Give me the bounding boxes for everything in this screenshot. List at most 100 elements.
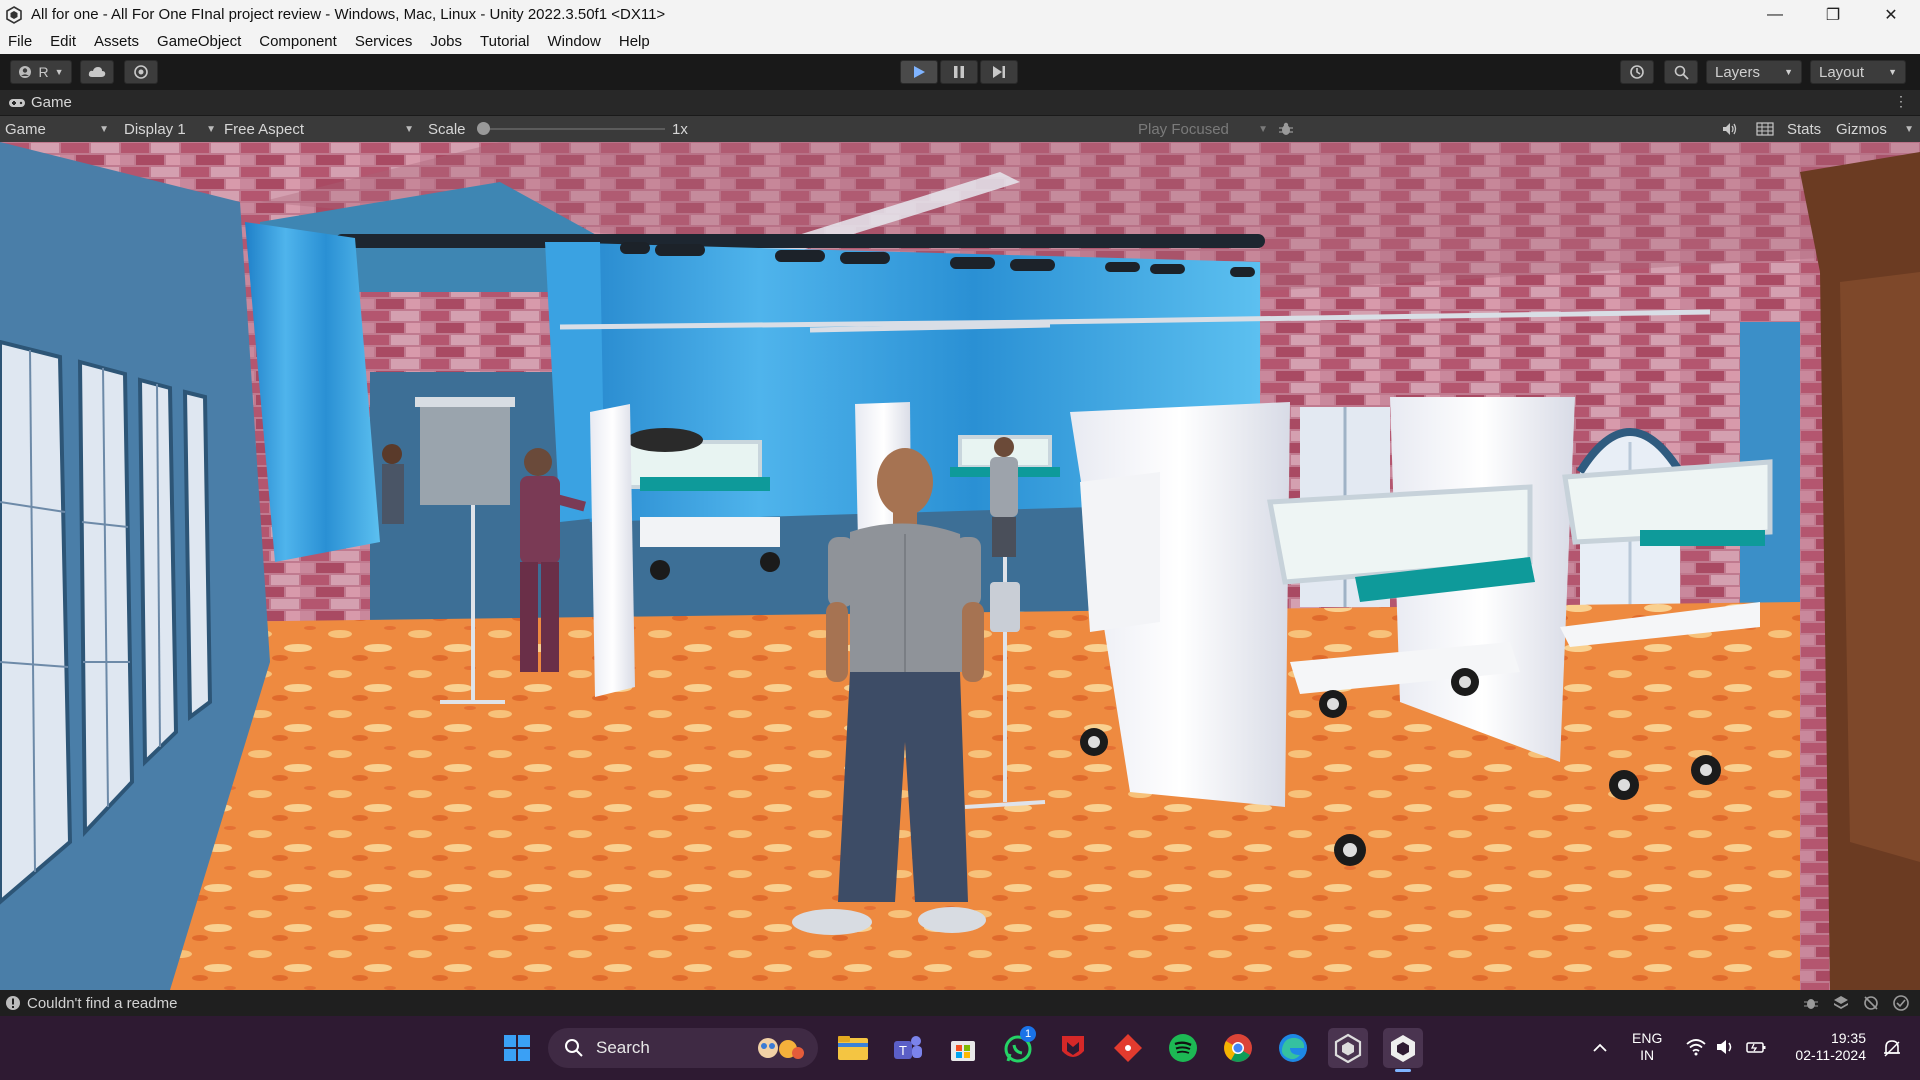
active-indicator — [1395, 1069, 1411, 1072]
search-highlight-icon — [758, 1038, 804, 1059]
menu-assets[interactable]: Assets — [85, 29, 148, 54]
scale-slider-handle[interactable] — [477, 122, 490, 135]
chevron-down-icon: ▼ — [99, 123, 109, 135]
menu-services[interactable]: Services — [346, 29, 422, 54]
explorer-icon — [838, 1036, 868, 1060]
language-indicator[interactable]: ENG IN — [1632, 1030, 1662, 1064]
scale-value: 1x — [672, 120, 688, 138]
pause-button[interactable] — [940, 60, 978, 84]
game-tab-bar: Game ⋮ — [0, 90, 1920, 116]
history-icon — [1630, 65, 1644, 79]
layers-stack-icon[interactable] — [1832, 994, 1850, 1012]
search-icon — [1674, 65, 1689, 80]
chevron-down-icon: ▼ — [1904, 123, 1914, 135]
teams-icon: T — [894, 1036, 922, 1059]
chrome-icon — [1224, 1034, 1252, 1062]
play-icon — [914, 66, 925, 78]
more-icon[interactable]: ⋮ — [1894, 93, 1908, 110]
bug-icon — [1279, 122, 1293, 135]
scale-slider-track[interactable] — [485, 128, 665, 130]
edge-icon — [1279, 1034, 1307, 1062]
start-button[interactable] — [497, 1028, 537, 1068]
step-button[interactable] — [980, 60, 1018, 84]
account-dropdown[interactable]: R ▼ — [10, 60, 72, 84]
taskbar-search[interactable]: Search — [548, 1028, 818, 1068]
system-tray[interactable] — [1686, 1038, 1766, 1056]
mute-audio-button[interactable] — [1722, 116, 1738, 142]
layers-label: Layers — [1715, 63, 1761, 81]
menu-gameobject[interactable]: GameObject — [148, 29, 250, 54]
view-mode-label: Game — [5, 120, 46, 138]
bug-button[interactable] — [1278, 116, 1294, 142]
game-viewport[interactable] — [0, 142, 1920, 990]
collab-button[interactable] — [124, 60, 158, 84]
chevron-up-icon — [1593, 1043, 1607, 1052]
teams-button[interactable]: T — [888, 1028, 928, 1068]
shortcuts-button[interactable] — [1756, 116, 1774, 142]
view-mode-dropdown[interactable]: Game ▼ — [5, 116, 109, 142]
stats-button[interactable]: Stats — [1787, 116, 1821, 142]
play-focused-dropdown[interactable]: Play Focused ▼ — [1138, 116, 1268, 142]
bug-icon[interactable] — [1802, 994, 1820, 1012]
git-icon — [1114, 1034, 1142, 1062]
chrome-button[interactable] — [1218, 1028, 1258, 1068]
chevron-down-icon: ▼ — [206, 123, 216, 135]
menu-component[interactable]: Component — [250, 29, 346, 54]
menu-file[interactable]: File — [0, 29, 41, 54]
gizmos-label: Gizmos — [1836, 120, 1887, 138]
minimize-button[interactable]: — — [1746, 0, 1804, 29]
search-button[interactable] — [1664, 60, 1698, 84]
status-bar: Couldn't find a readme — [0, 990, 1920, 1016]
whatsapp-button[interactable]: 1 — [998, 1026, 1038, 1068]
gamepad-icon — [9, 98, 25, 107]
notification-button[interactable] — [1874, 1028, 1910, 1068]
account-icon — [19, 66, 32, 78]
play-button[interactable] — [900, 60, 938, 84]
wifi-icon — [1686, 1039, 1706, 1056]
layers-dropdown[interactable]: Layers ▼ — [1706, 60, 1802, 84]
restore-button[interactable]: ❐ — [1804, 0, 1862, 29]
menu-window[interactable]: Window — [539, 29, 610, 54]
windows-taskbar: Search T 1 ENG IN 19:35 02-11-2024 — [0, 1016, 1920, 1080]
main-toolbar: R ▼ Layers ▼ Layout ▼ — [0, 54, 1920, 90]
window-title: All for one - All For One FInal project … — [31, 6, 666, 23]
file-explorer-button[interactable] — [833, 1028, 873, 1068]
display-label: Display 1 — [124, 120, 186, 138]
whatsapp-badge: 1 — [1020, 1026, 1036, 1042]
gizmos-dropdown[interactable]: Gizmos ▼ — [1836, 116, 1914, 142]
close-button[interactable]: ✕ — [1862, 0, 1920, 29]
display-dropdown[interactable]: Display 1 ▼ — [124, 116, 216, 142]
notification-icon — [1884, 1040, 1900, 1057]
chevron-down-icon: ▼ — [54, 67, 64, 77]
show-hidden-icons-button[interactable] — [1582, 1028, 1618, 1068]
unity-hub-button[interactable] — [1328, 1028, 1368, 1068]
mcafee-button[interactable] — [1053, 1028, 1093, 1068]
unity-editor-icon — [1391, 1035, 1415, 1062]
aspect-dropdown[interactable]: Free Aspect ▼ — [224, 116, 414, 142]
collab-icon — [134, 65, 148, 79]
menu-tutorial[interactable]: Tutorial — [471, 29, 538, 54]
clock-time: 19:35 — [1830, 1030, 1866, 1046]
check-circle-icon[interactable] — [1892, 994, 1910, 1012]
menu-edit[interactable]: Edit — [41, 29, 85, 54]
cloud-button[interactable] — [80, 60, 114, 84]
git-client-button[interactable] — [1108, 1028, 1148, 1068]
store-button[interactable] — [943, 1028, 983, 1068]
status-message[interactable]: Couldn't find a readme — [27, 995, 177, 1012]
tab-game[interactable]: Game — [8, 94, 72, 111]
menu-jobs[interactable]: Jobs — [421, 29, 471, 54]
history-button[interactable] — [1620, 60, 1654, 84]
audio-icon — [1723, 123, 1737, 135]
taskbar-clock[interactable]: 19:35 02-11-2024 — [1782, 1030, 1866, 1064]
spotify-button[interactable] — [1163, 1028, 1203, 1068]
layout-dropdown[interactable]: Layout ▼ — [1810, 60, 1906, 84]
unity-editor-button[interactable] — [1383, 1028, 1423, 1072]
menu-help[interactable]: Help — [610, 29, 659, 54]
chevron-down-icon: ▼ — [1258, 123, 1268, 135]
spotify-icon — [1169, 1034, 1197, 1062]
edge-button[interactable] — [1273, 1028, 1313, 1068]
unity-logo-icon — [6, 5, 22, 24]
chevron-down-icon: ▼ — [404, 123, 414, 135]
network-icon[interactable] — [1862, 994, 1880, 1012]
store-icon — [951, 1041, 975, 1061]
